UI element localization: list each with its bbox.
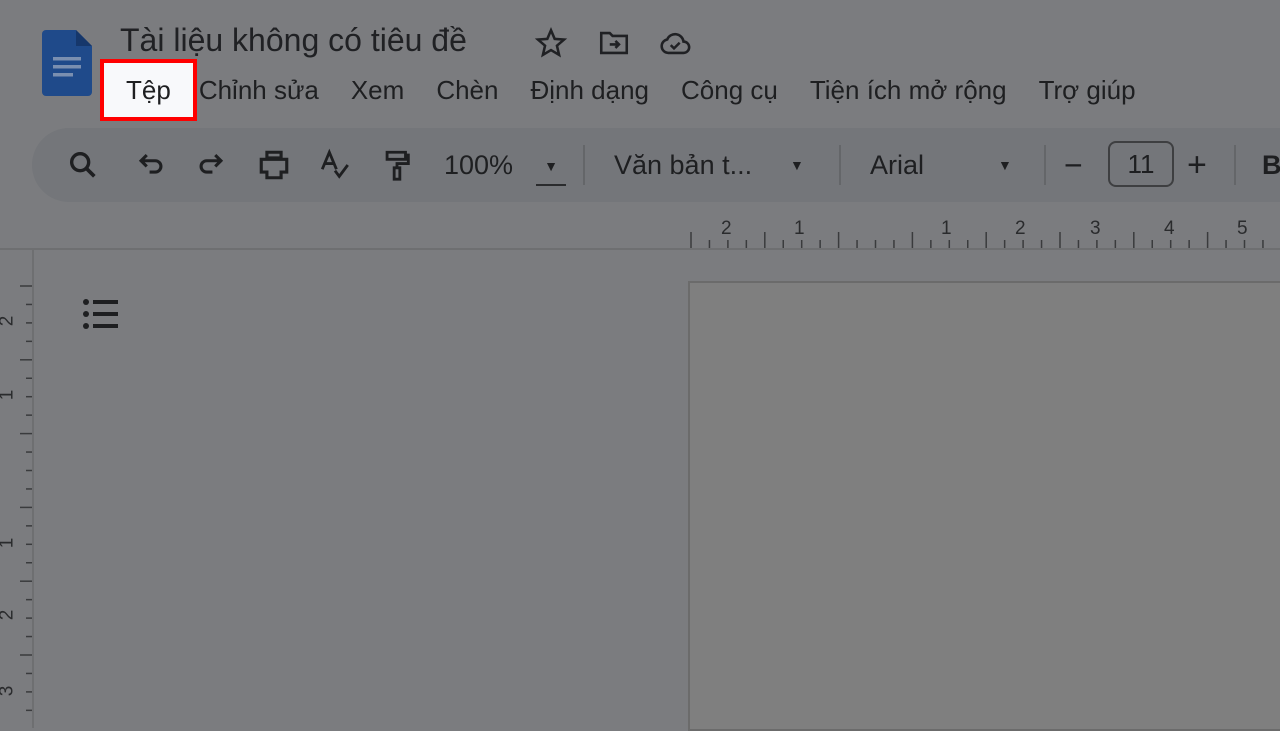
ruler-label: 1 bbox=[794, 218, 805, 239]
ruler-label: 3 bbox=[0, 686, 18, 697]
divider bbox=[583, 145, 585, 185]
document-outline-icon[interactable] bbox=[82, 298, 118, 330]
document-title[interactable]: Tài liệu không có tiêu đề bbox=[120, 22, 467, 59]
ruler-label: 1 bbox=[941, 218, 952, 239]
ruler-label: 5 bbox=[1237, 218, 1248, 239]
menu-file[interactable]: Tệp bbox=[100, 59, 197, 121]
document-page[interactable] bbox=[688, 281, 1280, 731]
ruler-label: 1 bbox=[0, 538, 18, 549]
menu-extensions[interactable]: Tiện ích mở rộng bbox=[794, 75, 1023, 106]
cloud-saved-icon[interactable] bbox=[658, 26, 692, 60]
paragraph-style-select[interactable]: Văn bản t... bbox=[614, 148, 752, 182]
font-dropdown-icon[interactable]: ▼ bbox=[998, 148, 1012, 182]
decrease-font-size-button[interactable]: − bbox=[1064, 147, 1083, 183]
docs-logo-icon[interactable] bbox=[42, 30, 92, 96]
paint-format-icon[interactable] bbox=[380, 148, 414, 182]
redo-icon[interactable] bbox=[194, 148, 228, 182]
font-size-input[interactable]: 11 bbox=[1108, 141, 1174, 187]
search-icon[interactable] bbox=[66, 148, 100, 182]
divider bbox=[1044, 145, 1046, 185]
menu-tools[interactable]: Công cụ bbox=[665, 75, 794, 106]
print-icon[interactable] bbox=[256, 148, 292, 182]
menu-bar: Tệp Chỉnh sửa Xem Chèn Định dạng Công cụ… bbox=[100, 59, 1152, 121]
spellcheck-icon[interactable] bbox=[318, 148, 352, 182]
ruler-label: 2 bbox=[1015, 218, 1026, 239]
zoom-dropdown-icon[interactable]: ▼ bbox=[536, 148, 566, 186]
style-dropdown-icon[interactable]: ▼ bbox=[790, 148, 804, 182]
increase-font-size-button[interactable]: + bbox=[1187, 146, 1207, 184]
ruler-label: 3 bbox=[1090, 218, 1101, 239]
move-folder-icon[interactable] bbox=[597, 26, 631, 60]
menu-view[interactable]: Xem bbox=[335, 75, 420, 106]
zoom-select[interactable]: 100% bbox=[444, 148, 513, 182]
menu-edit[interactable]: Chỉnh sửa bbox=[197, 75, 335, 106]
divider bbox=[1234, 145, 1236, 185]
font-select[interactable]: Arial bbox=[870, 148, 924, 182]
divider bbox=[839, 145, 841, 185]
menu-format[interactable]: Định dạng bbox=[514, 75, 665, 106]
ruler-label: 2 bbox=[721, 218, 732, 239]
undo-icon[interactable] bbox=[134, 148, 168, 182]
ruler-label: 2 bbox=[0, 610, 18, 621]
ruler-label: 4 bbox=[1164, 218, 1175, 239]
ruler-label: 2 bbox=[0, 316, 18, 327]
horizontal-ruler[interactable] bbox=[688, 210, 1280, 250]
star-icon[interactable] bbox=[534, 26, 568, 60]
menu-insert[interactable]: Chèn bbox=[420, 75, 514, 106]
menu-help[interactable]: Trợ giúp bbox=[1023, 75, 1152, 106]
bold-button[interactable]: B bbox=[1262, 148, 1280, 182]
ruler-label: 1 bbox=[0, 390, 18, 401]
